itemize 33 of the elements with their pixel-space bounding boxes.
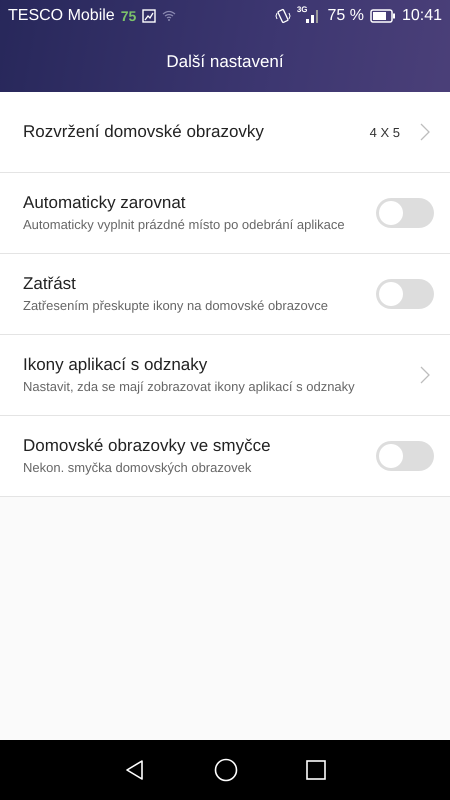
home-icon[interactable] (214, 758, 238, 782)
setting-title: Zatřást (23, 274, 77, 294)
setting-description: Zatřesením přeskupte ikony na domovské obrazovce (23, 298, 329, 314)
settings-item[interactable]: Ikony aplikací s odznaky Nastavit, zda se mají zobrazovat ikony aplikací s odznaky (0, 335, 450, 416)
settings-item[interactable]: Domovské obrazovky ve smyčce Nekon. smyčka domovských obrazovek (0, 416, 450, 497)
carrier-signal-level: 75 (120, 8, 136, 24)
chevron-right-icon (420, 123, 430, 141)
toggle-switch[interactable] (376, 198, 434, 228)
clock: 10:41 (402, 7, 442, 25)
setting-title: Automaticky zarovnat (23, 192, 187, 213)
battery-percent: 75 % (327, 7, 364, 25)
wifi-icon (162, 10, 176, 22)
setting-title: Rozvržení domovské obrazovky (23, 122, 265, 142)
vibrate-icon (274, 8, 291, 24)
battery-icon (370, 9, 396, 23)
screen-title: Další nastavení (166, 52, 284, 72)
setting-value: 4 X 5 (370, 124, 400, 140)
carrier-name: TESCO Mobile (8, 7, 115, 25)
setting-description: Nekon. smyčka domovských obrazovek (23, 460, 252, 476)
toggle-switch[interactable] (376, 279, 434, 309)
settings-item[interactable]: Zatřást Zatřesením přeskupte ikony na domovské obrazovce (0, 254, 450, 335)
setting-title: Domovské obrazovky ve smyčce (23, 436, 272, 456)
settings-item[interactable]: Rozvržení domovské obrazovky 4 X 5 (0, 92, 450, 173)
setting-description: Nastavit, zda se mají zobrazovat ikony aplikací s odznaky (23, 378, 356, 396)
settings-item[interactable]: Automaticky zarovnat Automaticky vyplnit prázdné místo po odebrání aplikace (0, 173, 450, 254)
toggle-switch[interactable] (376, 441, 434, 471)
back-icon[interactable] (124, 759, 146, 781)
image-icon (142, 9, 156, 23)
network-type: 3G (296, 5, 308, 14)
recent-apps-icon[interactable] (306, 760, 326, 780)
setting-description: Automaticky vyplnit prázdné místo po odebrání aplikace (23, 216, 346, 234)
chevron-right-icon (420, 366, 430, 384)
setting-title: Ikony aplikací s odznaky (23, 354, 208, 375)
